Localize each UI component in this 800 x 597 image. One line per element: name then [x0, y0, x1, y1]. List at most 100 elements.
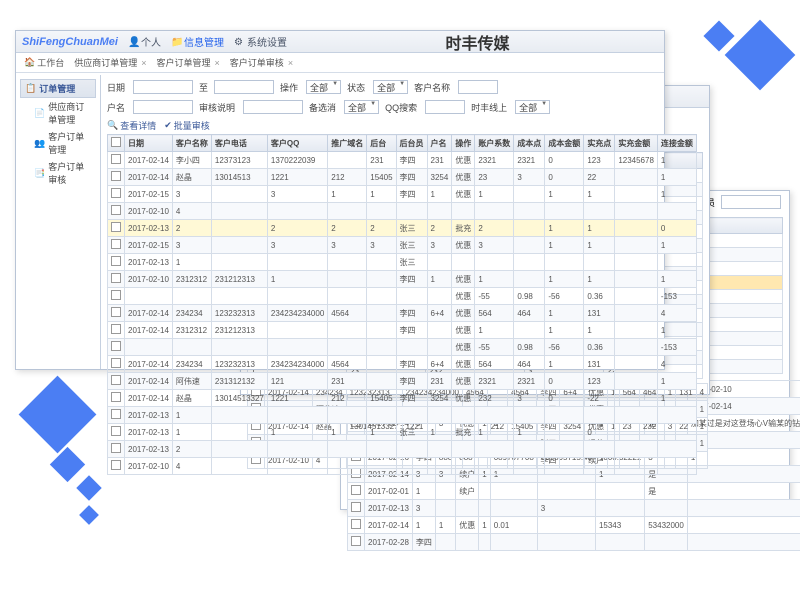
col-header[interactable]: 成本点	[514, 135, 545, 152]
checkbox[interactable]	[111, 324, 121, 334]
table-row[interactable]: 2017-02-1023123122312123131李四1优惠1111	[108, 271, 697, 288]
checkbox[interactable]	[351, 485, 361, 495]
table-row[interactable]: 2017-02-142312312231212313李四优惠1111	[108, 322, 697, 339]
verify-input[interactable]	[243, 100, 303, 114]
checkbox[interactable]	[111, 205, 121, 215]
subtab-label: 客户订单审核	[230, 56, 284, 69]
checkbox[interactable]	[111, 392, 121, 402]
status-select[interactable]: 全部	[373, 80, 408, 94]
cell: 3	[412, 500, 435, 517]
top-tab-system[interactable]: ⚙系统设置	[234, 34, 287, 49]
checkbox[interactable]	[111, 426, 121, 436]
refresh-link[interactable]: ✔批量审核	[164, 119, 210, 132]
cell: 1	[475, 322, 514, 339]
table-row[interactable]: 2017-02-011续户是	[348, 483, 800, 500]
table-row[interactable]: 2017-02-14234234123232313234234234000456…	[108, 356, 697, 373]
dept-select[interactable]: 全部	[344, 100, 379, 114]
subtab-supplier[interactable]: 供应商订单管理×	[74, 56, 146, 69]
col-header[interactable]: 客户电话	[211, 135, 267, 152]
table-row[interactable]: 2017-02-132	[108, 441, 697, 458]
checkbox[interactable]	[111, 443, 121, 453]
table-row[interactable]: 2017-02-131111张三1批充110	[108, 424, 697, 441]
checkbox[interactable]	[111, 239, 121, 249]
col-header[interactable]: 实充金额	[615, 135, 658, 152]
close-icon[interactable]: ×	[141, 58, 146, 68]
table-row[interactable]: 2017-02-28李四	[348, 534, 800, 551]
checkbox[interactable]	[111, 358, 121, 368]
col-header[interactable]: 推广域名	[328, 135, 367, 152]
checkbox[interactable]	[111, 307, 121, 317]
search-input[interactable]	[721, 195, 781, 209]
col-header[interactable]: 成本金额	[545, 135, 584, 152]
col-header[interactable]: 连接金额	[657, 135, 696, 152]
op-select[interactable]: 全部	[306, 80, 341, 94]
subtab-workbench[interactable]: 🏠工作台	[24, 56, 64, 69]
date-to-input[interactable]	[214, 80, 274, 94]
table-row[interactable]: 2017-02-1333	[348, 500, 800, 517]
table-row[interactable]: 2017-02-14阿伟速231312132121231李四231优惠23212…	[108, 373, 697, 390]
col-header[interactable]: 账户系数	[475, 135, 514, 152]
table-row[interactable]: 2017-02-14赵晶13014513122121215405李四3254优惠…	[108, 169, 697, 186]
col-header[interactable]: 客户QQ	[267, 135, 327, 152]
col-header[interactable]	[108, 135, 125, 152]
table-row[interactable]: 2017-02-14李小四123731231370222039231李四231优…	[108, 152, 697, 169]
sidebar-header[interactable]: 📋订单管理	[20, 79, 96, 98]
cell	[267, 441, 327, 458]
cell	[211, 254, 267, 271]
col-header[interactable]: 操作	[452, 135, 475, 152]
table-row[interactable]: 2017-02-14赵晶13014513327122121215405李四325…	[108, 390, 697, 407]
col-header[interactable]: 客户名称	[172, 135, 211, 152]
col-header[interactable]: 户名	[427, 135, 452, 152]
cell	[615, 373, 658, 390]
date-from-input[interactable]	[133, 80, 193, 94]
checkbox[interactable]	[351, 536, 361, 546]
checkbox[interactable]	[111, 460, 121, 470]
detail-link[interactable]: 🔍查看详情	[107, 119, 156, 132]
table-row[interactable]: 2017-02-104	[108, 203, 697, 220]
checkbox[interactable]	[111, 188, 121, 198]
table-row[interactable]: 2017-02-131	[108, 407, 697, 424]
table-row[interactable]: 优惠-550.98-560.36-153	[108, 288, 697, 305]
qq-input[interactable]	[425, 100, 465, 114]
online-select[interactable]: 全部	[515, 100, 550, 114]
cust-input[interactable]	[458, 80, 498, 94]
cell: 2017-02-13	[125, 424, 173, 441]
col-header[interactable]: 后台员	[396, 135, 427, 152]
checkbox[interactable]	[111, 222, 121, 232]
col-header[interactable]: 实充点	[584, 135, 615, 152]
close-icon[interactable]: ×	[288, 58, 293, 68]
top-tab-personal[interactable]: 👤个人	[128, 34, 161, 49]
checkbox[interactable]	[111, 409, 121, 419]
checkbox[interactable]	[111, 137, 121, 147]
sidebar-item-supplier[interactable]: 📄供应商订单管理	[20, 98, 96, 128]
account-input[interactable]	[133, 100, 193, 114]
cell	[328, 322, 367, 339]
sidebar-item-review[interactable]: 📑客户订单审核	[20, 158, 96, 188]
checkbox[interactable]	[111, 375, 121, 385]
table-row[interactable]: 2017-02-14234234123232313234234234000456…	[108, 305, 697, 322]
table-row[interactable]: 2017-02-153333张三3优惠3111	[108, 237, 697, 254]
table-row[interactable]: 2017-02-153311李四1优惠1111	[108, 186, 697, 203]
table-row[interactable]: 2017-02-132222张三2批充2110	[108, 220, 697, 237]
col-header[interactable]: 后台	[367, 135, 396, 152]
col-header[interactable]: 日期	[125, 135, 173, 152]
cell	[584, 203, 615, 220]
checkbox[interactable]	[111, 256, 121, 266]
checkbox[interactable]	[111, 171, 121, 181]
checkbox[interactable]	[351, 519, 361, 529]
top-tab-info[interactable]: 📁信息管理	[171, 34, 224, 49]
checkbox[interactable]	[111, 290, 121, 300]
subtab-customer[interactable]: 客户订单管理×	[157, 56, 220, 69]
close-icon[interactable]: ×	[215, 58, 220, 68]
sidebar-item-customer[interactable]: 👥客户订单管理	[20, 128, 96, 158]
table-row[interactable]: 2017-02-1411优惠10.0115343534320002017-02-…	[348, 517, 800, 534]
table-row[interactable]: 2017-02-131张三	[108, 254, 697, 271]
table-row[interactable]: 优惠-550.98-560.36-153	[108, 339, 697, 356]
checkbox[interactable]	[351, 502, 361, 512]
cell: 12373123	[211, 152, 267, 169]
checkbox[interactable]	[111, 273, 121, 283]
checkbox[interactable]	[111, 154, 121, 164]
checkbox[interactable]	[111, 341, 121, 351]
subtab-review[interactable]: 客户订单审核 ×	[230, 56, 293, 69]
table-row[interactable]: 2017-02-104	[108, 458, 697, 475]
